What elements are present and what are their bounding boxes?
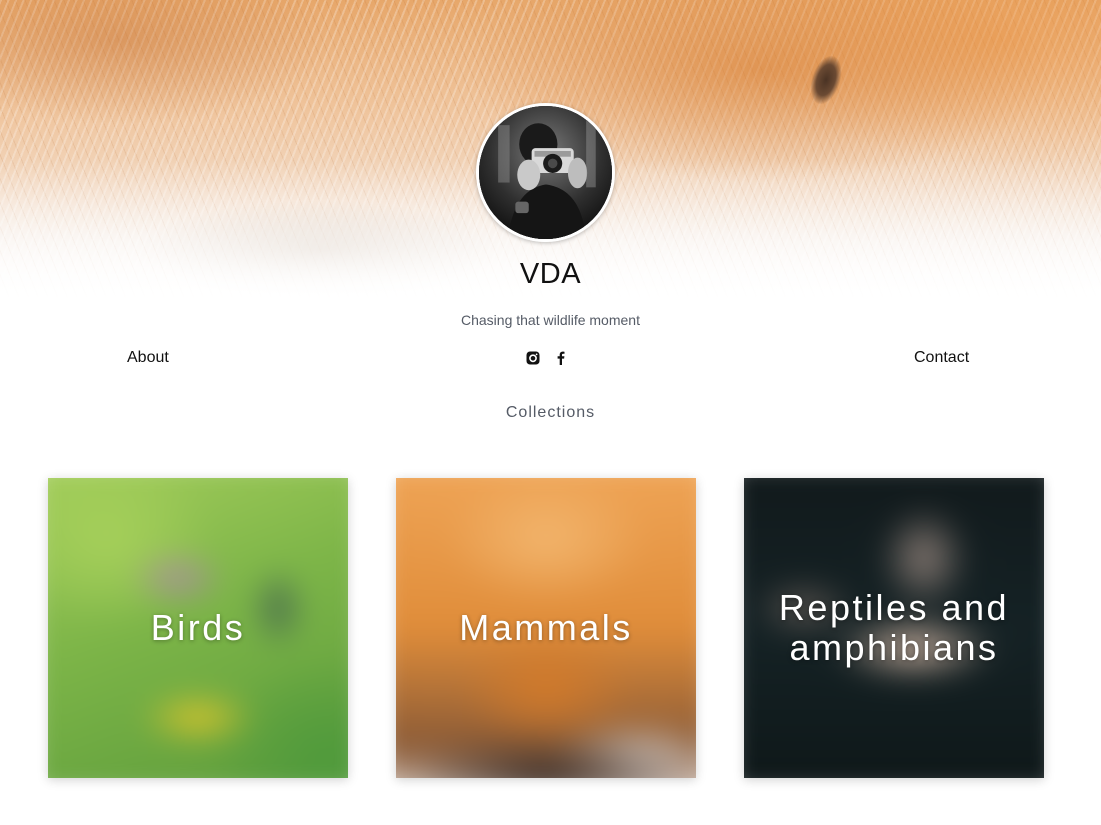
nav-contact-link[interactable]: Contact [914, 349, 969, 367]
collection-card-label: Reptiles and amphibians [778, 587, 1010, 668]
facebook-icon[interactable] [553, 350, 569, 366]
photographer-avatar-image [479, 106, 612, 239]
instagram-icon[interactable] [525, 350, 541, 366]
collection-card-label: Birds [150, 607, 246, 648]
avatar [476, 103, 615, 242]
page: VDA Chasing that wildlife moment About C… [0, 0, 1101, 825]
collection-card-label: Mammals [459, 607, 633, 648]
nav-about-link[interactable]: About [127, 349, 169, 367]
collection-card-reptiles-and-amphibians[interactable]: Reptiles and amphibians [744, 478, 1044, 778]
collection-card-mammals[interactable]: Mammals [396, 478, 696, 778]
collections-heading: Collections [505, 404, 596, 421]
social-links [525, 349, 569, 367]
profile-name: VDA [519, 258, 582, 290]
collection-card-birds[interactable]: Birds [48, 478, 348, 778]
profile-tagline: Chasing that wildlife moment [461, 312, 640, 328]
